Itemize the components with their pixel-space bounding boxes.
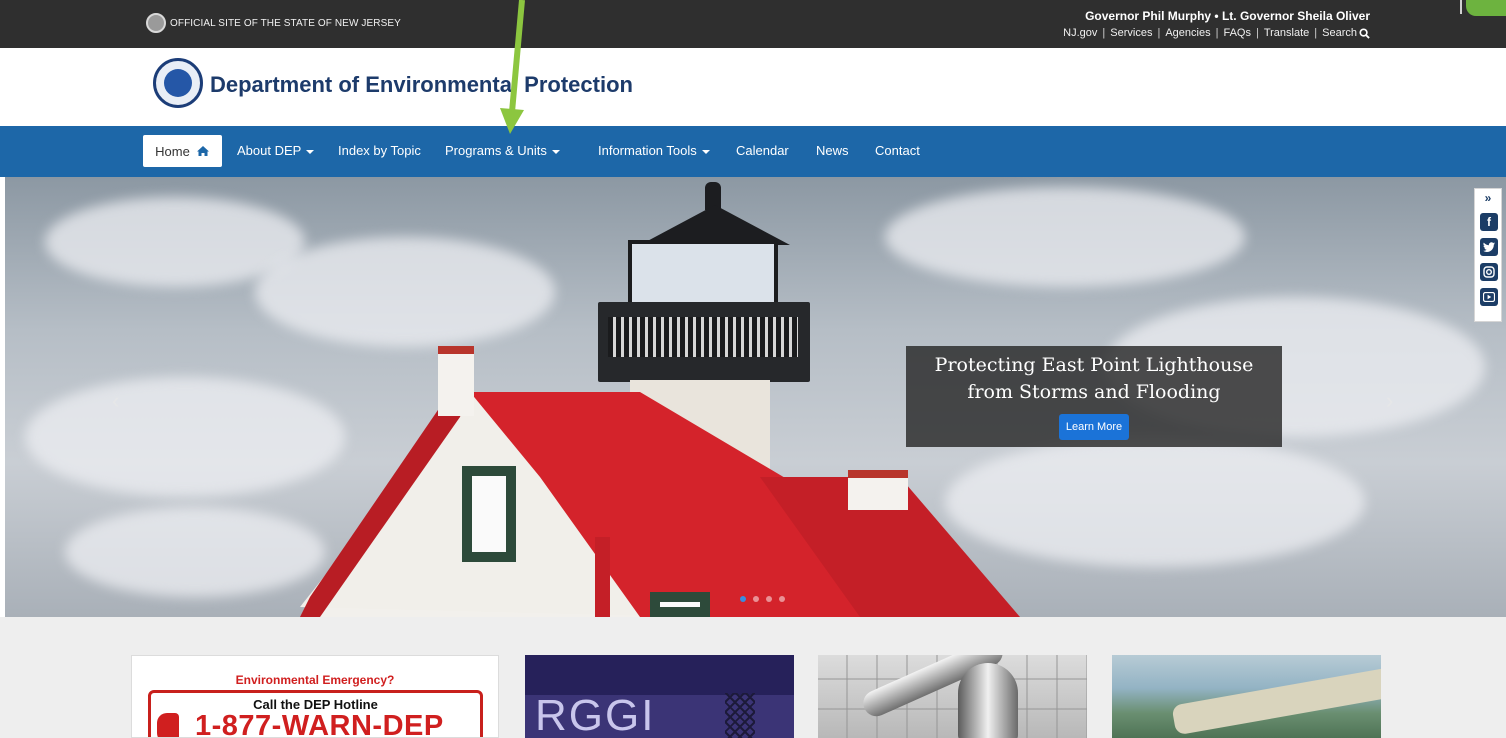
rggi-card-header	[525, 655, 794, 695]
nav-index-by-topic[interactable]: Index by Topic	[338, 143, 421, 158]
site-title[interactable]: Department of Environmental Protection	[210, 72, 633, 98]
youtube-icon[interactable]	[1480, 288, 1498, 306]
search-label: Search	[1322, 27, 1357, 39]
nav-contact[interactable]: Contact	[875, 143, 920, 158]
site-header: Department of Environmental Protection	[0, 48, 1506, 126]
official-site-label: OFFICIAL SITE OF THE STATE OF NEW JERSEY	[170, 18, 401, 29]
coastline-card[interactable]	[1112, 655, 1381, 738]
governor-label: Governor Phil Murphy • Lt. Governor Shei…	[1085, 9, 1370, 23]
social-sidebar: » f	[1474, 188, 1502, 322]
faucet-body	[958, 663, 1018, 738]
emergency-card[interactable]: Environmental Emergency? Call the DEP Ho…	[131, 655, 499, 738]
divider: |	[1102, 27, 1106, 39]
topbar-links: NJ.gov | Services | Agencies | FAQs | Tr…	[1063, 27, 1370, 39]
carousel-prev-icon[interactable]: ‹	[112, 388, 119, 414]
rggi-card[interactable]: RGGI	[525, 655, 794, 738]
corner-divider	[1460, 0, 1462, 14]
chimney	[438, 346, 474, 416]
nav-calendar[interactable]: Calendar	[736, 143, 789, 158]
drinking-water-card[interactable]	[818, 655, 1087, 738]
nav-information-tools[interactable]: Information Tools	[598, 143, 710, 158]
nav-programs-units[interactable]: Programs & Units	[445, 143, 560, 158]
caret-down-icon	[306, 149, 315, 154]
dep-logo-icon[interactable]	[153, 58, 203, 108]
chimney	[848, 470, 908, 510]
link-agencies[interactable]: Agencies	[1165, 27, 1210, 39]
hotline-box: Call the DEP Hotline 1-877-WARN-DEP	[148, 690, 483, 738]
nav-programs-label: Programs & Units	[445, 143, 547, 158]
divider: |	[1157, 27, 1161, 39]
phone-icon	[157, 713, 179, 737]
twitter-icon[interactable]	[1480, 238, 1498, 256]
caption-line-1: Protecting East Point Lighthouse	[934, 354, 1254, 376]
divider: |	[1215, 27, 1219, 39]
link-njgov[interactable]: NJ.gov	[1063, 27, 1097, 39]
carousel-dot[interactable]	[753, 596, 759, 602]
nav-home[interactable]: Home	[143, 135, 222, 167]
collapse-social-icon[interactable]: »	[1475, 191, 1501, 205]
main-nav: Home About DEP Index by Topic Programs &…	[0, 126, 1506, 177]
nj-seal-icon	[146, 13, 166, 33]
home-icon	[196, 146, 209, 156]
house-window	[650, 592, 710, 617]
rggi-logo-text: RGGI	[535, 691, 656, 738]
link-translate[interactable]: Translate	[1264, 27, 1309, 39]
carousel-dot[interactable]	[779, 596, 785, 602]
nav-information-label: Information Tools	[598, 143, 697, 158]
power-pylon-icon	[725, 693, 755, 738]
carousel-dot[interactable]	[766, 596, 772, 602]
divider: |	[1255, 27, 1259, 39]
state-topbar: OFFICIAL SITE OF THE STATE OF NEW JERSEY…	[0, 0, 1506, 48]
nav-about-dep[interactable]: About DEP	[237, 143, 315, 158]
nav-home-label: Home	[155, 143, 190, 159]
house-window	[462, 466, 516, 562]
learn-more-button[interactable]: Learn More	[1059, 414, 1129, 440]
search-link[interactable]: Search	[1322, 27, 1370, 39]
caret-down-icon	[701, 149, 710, 154]
caption-line-2: from Storms and Flooding	[967, 381, 1221, 403]
coastline-image	[1171, 660, 1381, 736]
nav-news[interactable]: News	[816, 143, 849, 158]
carousel-dot[interactable]	[740, 596, 746, 602]
nav-about-label: About DEP	[237, 143, 302, 158]
facebook-icon[interactable]: f	[1480, 213, 1498, 231]
link-faqs[interactable]: FAQs	[1223, 27, 1251, 39]
divider: |	[1314, 27, 1318, 39]
link-services[interactable]: Services	[1110, 27, 1152, 39]
search-icon	[1359, 27, 1370, 39]
emergency-heading: Environmental Emergency?	[235, 673, 395, 687]
hotline-number: 1-877-WARN-DEP	[195, 710, 444, 738]
instagram-icon[interactable]	[1480, 263, 1498, 281]
caret-down-icon	[551, 149, 560, 154]
carousel-next-icon[interactable]: ›	[1386, 388, 1393, 414]
corner-tab	[1466, 0, 1506, 16]
carousel-indicators	[740, 596, 785, 602]
